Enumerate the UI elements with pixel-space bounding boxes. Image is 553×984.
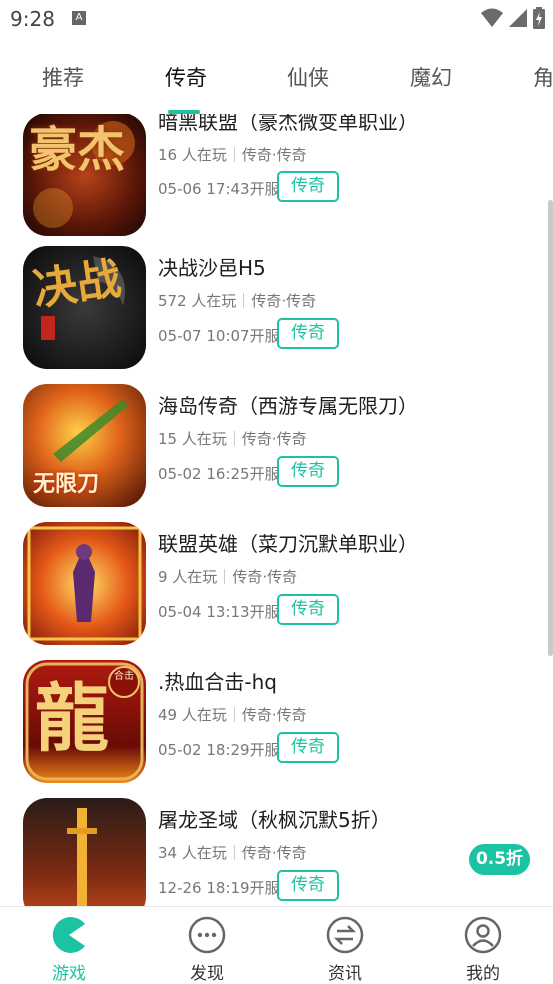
game-meta: 49 人在玩 传奇·传奇 <box>158 704 307 725</box>
category-tabs: 推荐 传奇 仙侠 魔幻 角 <box>0 38 553 114</box>
more-dots-icon <box>188 916 226 954</box>
nav-label: 资讯 <box>328 964 362 984</box>
game-category: 传奇·传奇 <box>232 568 298 586</box>
genre-tag: 传奇 <box>277 456 339 487</box>
player-count: 9 人在玩 <box>158 568 218 586</box>
game-title: 联盟英雄（菜刀沉默单职业） <box>158 532 418 556</box>
nav-discover[interactable]: 发现 <box>157 907 257 984</box>
notification-app-icon: A <box>72 11 86 25</box>
divider <box>233 845 235 860</box>
game-list-item[interactable]: 屠龙圣域（秋枫沉默5折） 34 人在玩 传奇·传奇 12-26 18:19开服 传… <box>0 790 553 906</box>
game-title: 海岛传奇（西游专属无限刀） <box>158 394 418 418</box>
tab-recommend[interactable]: 推荐 <box>42 62 84 92</box>
divider <box>243 293 245 308</box>
game-meta: 15 人在玩 传奇·传奇 <box>158 428 307 449</box>
game-icon: 豪杰 <box>23 114 146 236</box>
status-bar: 9:28 A <box>0 0 553 38</box>
genre-tag: 传奇 <box>277 594 339 625</box>
divider <box>233 431 235 446</box>
game-icon <box>23 798 146 906</box>
status-icons <box>481 7 545 29</box>
game-title: 暗黑联盟（豪杰微变单职业） <box>158 114 418 134</box>
game-category: 传奇·传奇 <box>241 430 307 448</box>
divider <box>233 147 235 162</box>
game-icon-badge: 合击 <box>114 671 134 682</box>
game-list-item[interactable]: 无限刀 海岛传奇（西游专属无限刀） 15 人在玩 传奇·传奇 05-02 16:2… <box>0 376 553 514</box>
game-icon <box>23 522 146 645</box>
game-title: .热血合击-hq <box>158 670 277 694</box>
nav-label: 游戏 <box>52 964 86 984</box>
game-icon-text: 豪杰 <box>29 122 126 178</box>
game-title: 决战沙邑H5 <box>158 256 266 280</box>
battery-charging-icon <box>533 7 545 29</box>
nav-profile[interactable]: 我的 <box>433 907 533 984</box>
game-category: 传奇·传奇 <box>251 292 317 310</box>
genre-tag: 传奇 <box>277 318 339 349</box>
tab-fantasy[interactable]: 魔幻 <box>410 62 452 92</box>
game-icon: 无限刀 <box>23 384 146 507</box>
game-meta: 572 人在玩 传奇·传奇 <box>158 290 316 311</box>
tab-legend[interactable]: 传奇 <box>165 62 207 92</box>
divider <box>233 707 235 722</box>
game-list-item[interactable]: 豪杰 暗黑联盟（豪杰微变单职业） 16 人在玩 传奇·传奇 05-06 17:43… <box>0 114 553 238</box>
player-count: 16 人在玩 <box>158 146 227 164</box>
nav-label: 发现 <box>190 964 224 984</box>
tab-role[interactable]: 角 <box>533 62 553 92</box>
wifi-icon <box>481 8 503 27</box>
genre-tag: 传奇 <box>277 732 339 763</box>
player-count: 49 人在玩 <box>158 706 227 724</box>
open-time: 05-02 16:25开服 <box>158 465 280 483</box>
nav-games[interactable]: 游戏 <box>19 907 119 984</box>
swap-arrows-icon <box>326 916 364 954</box>
signal-icon <box>509 9 527 27</box>
game-icon-text: 无限刀 <box>33 471 100 497</box>
game-meta: 16 人在玩 传奇·传奇 <box>158 144 307 165</box>
status-time: 9:28 <box>10 7 55 31</box>
nav-label: 我的 <box>466 964 500 984</box>
genre-tag: 传奇 <box>277 870 339 901</box>
divider <box>224 569 226 584</box>
discount-badge: 0.5折 <box>469 844 530 875</box>
genre-tag: 传奇 <box>277 171 339 202</box>
game-category: 传奇·传奇 <box>241 844 307 862</box>
nav-news[interactable]: 资讯 <box>295 907 395 984</box>
game-icon-text: 决战 <box>29 253 125 316</box>
game-list-item[interactable]: 决战 决战沙邑H5 572 人在玩 传奇·传奇 05-07 10:07开服 传奇 <box>0 238 553 376</box>
user-icon <box>464 916 502 954</box>
open-time: 05-06 17:43开服 <box>158 180 280 198</box>
player-count: 572 人在玩 <box>158 292 237 310</box>
game-icon: 龍 合击 <box>23 660 146 783</box>
game-title: 屠龙圣域（秋枫沉默5折） <box>158 808 391 832</box>
tab-xianxia[interactable]: 仙侠 <box>287 62 329 92</box>
player-count: 15 人在玩 <box>158 430 227 448</box>
game-list-item[interactable]: 联盟英雄（菜刀沉默单职业） 9 人在玩 传奇·传奇 05-04 13:13开服 传… <box>0 514 553 652</box>
game-icon: 决战 <box>23 246 146 369</box>
game-category: 传奇·传奇 <box>241 146 307 164</box>
open-time: 12-26 18:19开服 <box>158 879 280 897</box>
open-time: 05-07 10:07开服 <box>158 327 280 345</box>
list-scrollbar[interactable] <box>548 200 553 656</box>
game-icon-text: 龍 <box>35 676 109 762</box>
open-time: 05-04 13:13开服 <box>158 603 280 621</box>
pacman-icon <box>52 917 85 953</box>
game-meta: 9 人在玩 传奇·传奇 <box>158 566 297 587</box>
game-meta: 34 人在玩 传奇·传奇 <box>158 842 307 863</box>
game-list[interactable]: 豪杰 暗黑联盟（豪杰微变单职业） 16 人在玩 传奇·传奇 05-06 17:43… <box>0 114 553 906</box>
open-time: 05-02 18:29开服 <box>158 741 280 759</box>
player-count: 34 人在玩 <box>158 844 227 862</box>
bottom-navigation: 游戏 发现 资讯 我的 <box>0 906 553 984</box>
game-category: 传奇·传奇 <box>241 706 307 724</box>
game-list-item[interactable]: 龍 合击 .热血合击-hq 49 人在玩 传奇·传奇 05-02 18:29开服 … <box>0 652 553 790</box>
